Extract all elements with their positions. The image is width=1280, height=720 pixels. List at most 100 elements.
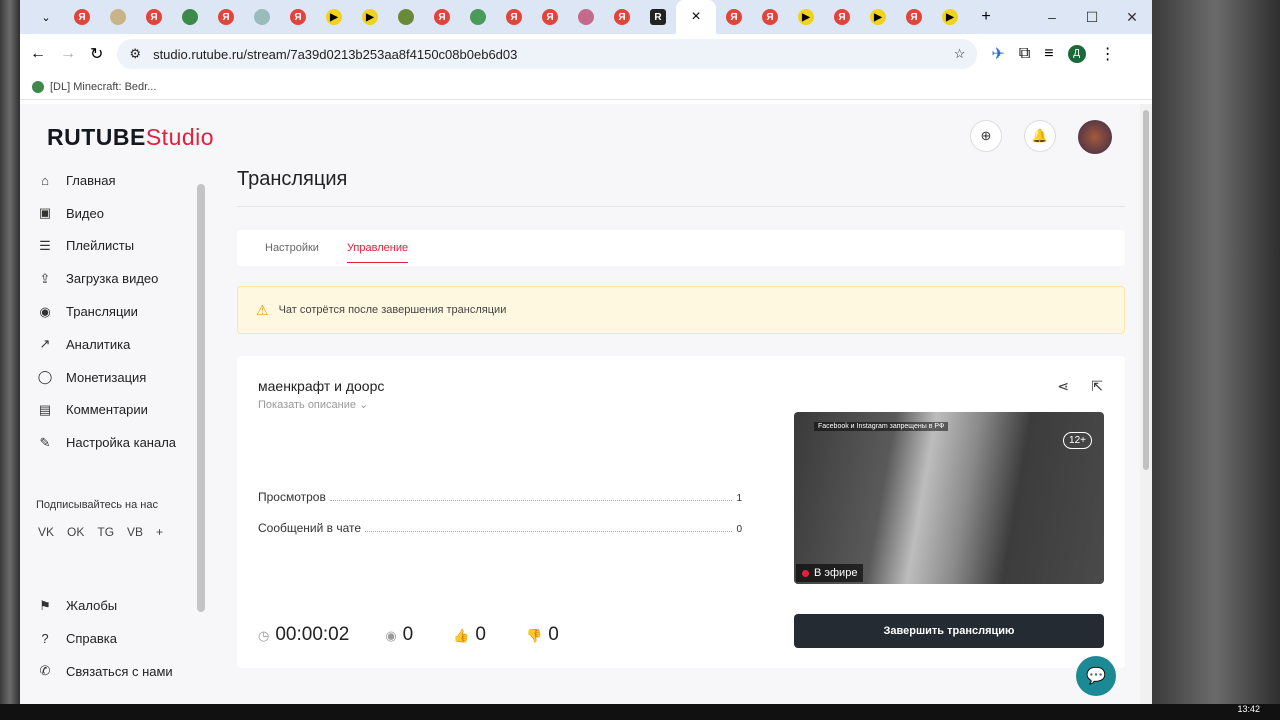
- viber-icon[interactable]: VB: [127, 525, 143, 539]
- help-icon: ?: [41, 630, 49, 646]
- dislike-icon: 👎: [526, 628, 543, 643]
- maximize-button[interactable]: ☐: [1072, 9, 1112, 26]
- browser-tab[interactable]: [388, 0, 424, 34]
- browser-tab[interactable]: Я: [604, 0, 640, 34]
- phone-icon: ✆: [39, 663, 51, 679]
- sidebar-item-comments[interactable]: ▤ Комментарии: [20, 394, 210, 427]
- sidebar-item-label: Главная: [66, 172, 116, 188]
- extension-icon[interactable]: ✈: [991, 44, 1004, 64]
- tab-management[interactable]: Управление: [346, 234, 409, 263]
- sidebar-item-label: Видео: [66, 205, 104, 221]
- browser-tab[interactable]: ▶: [860, 0, 896, 34]
- tab-close-icon[interactable]: ×: [691, 8, 700, 26]
- sidebar-item-monetization[interactable]: ◯ Монетизация: [20, 361, 210, 394]
- more-icon[interactable]: +: [156, 525, 163, 539]
- browser-tab-active[interactable]: ×: [676, 0, 716, 34]
- viewers-icon: ◉: [385, 628, 397, 643]
- open-external-icon[interactable]: ⇱: [1091, 378, 1103, 395]
- bookmark-star-icon[interactable]: ☆: [954, 46, 966, 62]
- logo-main: RUTUBE: [47, 124, 146, 150]
- browser-tab[interactable]: Я: [752, 0, 788, 34]
- forward-icon[interactable]: →: [60, 45, 76, 63]
- browser-tab[interactable]: Я: [280, 0, 316, 34]
- duration: 00:00:02: [275, 624, 350, 645]
- browser-tab[interactable]: [100, 0, 136, 34]
- browser-tab[interactable]: ▶: [352, 0, 388, 34]
- browser-tab[interactable]: ▶: [932, 0, 968, 34]
- stream-metrics: ◷ 00:00:02 ◉ 0 👍 0 👎 0: [258, 624, 559, 646]
- analytics-icon: ↗: [39, 336, 51, 352]
- tab-list-button[interactable]: ⌄: [28, 0, 64, 34]
- tab-settings[interactable]: Настройки: [265, 242, 319, 254]
- sidebar-scrollbar[interactable]: [196, 170, 206, 700]
- ok-icon[interactable]: OK: [67, 525, 84, 539]
- minimize-button[interactable]: –: [1032, 9, 1072, 26]
- url-field[interactable]: ⚙ studio.rutube.ru/stream/7a39d0213b253aa…: [117, 39, 978, 69]
- warning-banner: ⚠ Чат сотрётся после завершения трансляци…: [237, 286, 1125, 334]
- sidebar-item-home[interactable]: ⌂ Главная: [20, 164, 210, 197]
- follow-label: Подписывайтесь на нас: [36, 499, 158, 512]
- comments-icon: ▤: [38, 401, 52, 417]
- extensions-puzzle-icon[interactable]: ⧉: [1019, 45, 1030, 63]
- close-window-button[interactable]: ✕: [1112, 9, 1152, 26]
- sidebar-item-contact[interactable]: ✆ Связаться с нами: [20, 655, 210, 688]
- reading-list-icon[interactable]: ≡: [1044, 45, 1053, 63]
- rutube-studio-logo[interactable]: RUTUBEStudio: [47, 124, 214, 151]
- back-icon[interactable]: ←: [30, 45, 46, 63]
- stream-preview[interactable]: Facebook и Instagram запрещены в РФ 12+ …: [794, 412, 1104, 584]
- browser-tab[interactable]: ▶: [316, 0, 352, 34]
- support-chat-button[interactable]: 💬: [1076, 656, 1116, 696]
- dislikes-count: 0: [548, 624, 559, 645]
- browser-tab[interactable]: Я: [532, 0, 568, 34]
- site-info-icon[interactable]: ⚙: [129, 46, 141, 62]
- sidebar: ⌂ Главная ▣ Видео ☰ Плейлисты ⇪ Загрузка вид…: [20, 164, 210, 704]
- bookmark-favicon: [32, 80, 44, 93]
- sidebar-item-analytics[interactable]: ↗ Аналитика: [20, 328, 210, 361]
- browser-tab[interactable]: Я: [824, 0, 860, 34]
- browser-tab[interactable]: [568, 0, 604, 34]
- browser-tab[interactable]: Я: [64, 0, 100, 34]
- share-icon[interactable]: ⋖: [1057, 378, 1069, 395]
- page-scrollbar[interactable]: [1140, 104, 1152, 704]
- live-badge: В эфире: [796, 564, 864, 582]
- browser-tab[interactable]: [460, 0, 496, 34]
- sidebar-item-complaints[interactable]: ⚑ Жалобы: [20, 589, 210, 622]
- browser-tab[interactable]: ▶: [788, 0, 824, 34]
- browser-tab-rutube[interactable]: R: [640, 0, 676, 34]
- stat-label: Просмотров: [258, 490, 326, 504]
- reload-icon[interactable]: ↻: [90, 44, 103, 64]
- sidebar-item-video[interactable]: ▣ Видео: [20, 197, 210, 230]
- vk-icon[interactable]: VK: [38, 525, 54, 539]
- new-tab-button[interactable]: +: [968, 0, 1004, 34]
- browser-tab[interactable]: [244, 0, 280, 34]
- browser-tab[interactable]: Я: [424, 0, 460, 34]
- tabs: Настройки Управление: [237, 230, 1125, 266]
- browser-tab[interactable]: Я: [716, 0, 752, 34]
- broadcast-icon: ◉: [39, 303, 51, 319]
- sidebar-item-upload[interactable]: ⇪ Загрузка видео: [20, 262, 210, 295]
- add-content-button[interactable]: ⊕: [970, 120, 1002, 152]
- browser-tab[interactable]: Я: [208, 0, 244, 34]
- playlist-icon: ☰: [39, 237, 51, 253]
- like-icon: 👍: [453, 628, 470, 643]
- sidebar-item-channel-settings[interactable]: ✎ Настройка канала: [20, 426, 210, 459]
- sidebar-item-help[interactable]: ? Справка: [20, 622, 210, 655]
- likes-count: 0: [475, 624, 486, 645]
- sidebar-item-playlists[interactable]: ☰ Плейлисты: [20, 230, 210, 263]
- end-stream-button[interactable]: Завершить трансляцию: [794, 614, 1104, 648]
- sidebar-item-streams[interactable]: ◉ Трансляции: [20, 295, 210, 328]
- bookmark-item[interactable]: [DL] Minecraft: Bedr...: [50, 81, 156, 93]
- browser-tab[interactable]: Я: [896, 0, 932, 34]
- notifications-bell-icon[interactable]: 🔔: [1024, 120, 1056, 152]
- browser-tab[interactable]: [172, 0, 208, 34]
- stat-value: 1: [736, 493, 742, 504]
- browser-menu-icon[interactable]: ⋮: [1100, 44, 1116, 64]
- browser-tab[interactable]: Я: [136, 0, 172, 34]
- browser-tab[interactable]: Я: [496, 0, 532, 34]
- profile-avatar[interactable]: Д: [1067, 45, 1086, 63]
- telegram-icon[interactable]: TG: [97, 525, 114, 539]
- user-avatar[interactable]: [1078, 120, 1112, 154]
- sidebar-item-label: Настройка канала: [66, 435, 177, 451]
- divider: [237, 206, 1125, 207]
- show-description-link[interactable]: Показать описание ⌄: [258, 398, 368, 411]
